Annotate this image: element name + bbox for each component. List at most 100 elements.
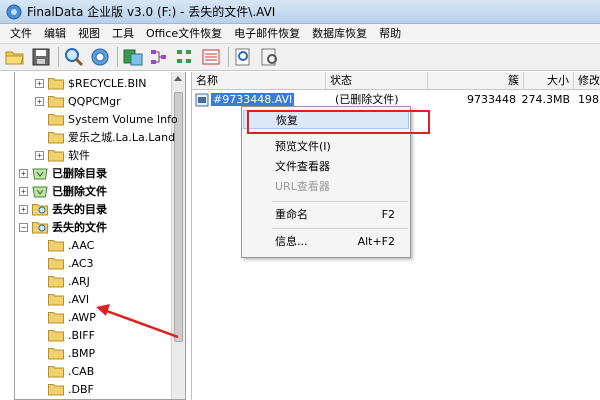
menu-item-label: URL查看器 bbox=[275, 180, 330, 193]
expand-icon[interactable]: + bbox=[35, 150, 44, 160]
column-modified[interactable]: 修改 bbox=[574, 72, 600, 90]
tree-node-label: .BIFF bbox=[68, 328, 95, 342]
scroll-up-arrow[interactable] bbox=[174, 76, 182, 81]
tree-node[interactable]: System Volume Info bbox=[35, 110, 178, 128]
scrollbar-thumb[interactable] bbox=[174, 92, 183, 342]
tree-node[interactable]: 爱乐之城.La.La.Land bbox=[35, 128, 175, 146]
tree-node[interactable]: .BIFF bbox=[35, 326, 95, 344]
menu-view[interactable]: 视图 bbox=[72, 25, 106, 43]
file-name[interactable]: #9733448.AVI bbox=[211, 93, 295, 106]
column-name[interactable]: 名称 bbox=[192, 72, 326, 90]
tree-node[interactable]: .DBF bbox=[35, 380, 94, 398]
menu-item-label: 信息... bbox=[275, 235, 308, 248]
network-icon[interactable] bbox=[147, 45, 171, 69]
menu-separator bbox=[272, 201, 408, 202]
toolbar-separator bbox=[117, 47, 118, 67]
save-icon[interactable] bbox=[29, 45, 53, 69]
export-icon[interactable] bbox=[121, 45, 145, 69]
tree-node-label: .BMP bbox=[68, 346, 96, 360]
column-cluster[interactable]: 簇 bbox=[428, 72, 524, 90]
menu-item-label: 重命名 bbox=[275, 208, 308, 221]
expand-icon[interactable]: + bbox=[19, 168, 28, 178]
menu-edit[interactable]: 编辑 bbox=[38, 25, 72, 43]
column-size[interactable]: 大小 bbox=[524, 72, 574, 90]
tree-node-label: 已删除目录 bbox=[52, 167, 107, 180]
tree-node[interactable]: − 丢失的文件 bbox=[19, 218, 107, 236]
file-cluster: 9733448 bbox=[467, 93, 516, 106]
menu-file[interactable]: 文件 bbox=[4, 25, 38, 43]
folder-icon bbox=[48, 365, 64, 377]
lost-folder-search-icon bbox=[32, 221, 48, 233]
tree-node[interactable]: + 已删除文件 bbox=[19, 182, 107, 200]
tree-node[interactable]: .AC3 bbox=[35, 254, 94, 272]
tree-node-label: 已删除文件 bbox=[52, 185, 107, 198]
menu-bar: 文件 编辑 视图 工具 Office文件恢复 电子邮件恢复 数据库恢复 帮助 bbox=[0, 24, 600, 44]
menu-help[interactable]: 帮助 bbox=[373, 25, 407, 43]
menu-tools[interactable]: 工具 bbox=[106, 25, 140, 43]
tree-node-label: 丢失的文件 bbox=[52, 221, 107, 234]
tree-node-label: 软件 bbox=[68, 149, 90, 162]
menu-email-recovery[interactable]: 电子邮件恢复 bbox=[228, 25, 306, 43]
folder-icon bbox=[48, 293, 64, 305]
tree-node[interactable]: .AAC bbox=[35, 236, 94, 254]
app-icon bbox=[6, 4, 22, 19]
menu-item-rename[interactable]: 重命名 F2 bbox=[243, 205, 409, 224]
tree-node-label: .CAB bbox=[68, 364, 95, 378]
folder-icon bbox=[48, 131, 64, 143]
window-title: FinalData 企业版 v3.0 (F:) - 丢失的文件\.AVI bbox=[27, 5, 276, 19]
menu-item-shortcut: Alt+F2 bbox=[357, 235, 395, 248]
gear-icon[interactable] bbox=[88, 45, 112, 69]
expand-icon[interactable]: + bbox=[19, 204, 28, 214]
folder-icon bbox=[48, 383, 64, 395]
file-size: 274.3MB bbox=[521, 93, 570, 106]
expand-icon[interactable]: + bbox=[35, 78, 44, 88]
folder-icon bbox=[48, 275, 64, 287]
tree-node-label: QQPCMgr bbox=[68, 94, 121, 108]
collapse-icon[interactable]: − bbox=[19, 222, 28, 232]
tree-node[interactable]: + 丢失的目录 bbox=[19, 200, 107, 218]
menu-item-url-viewer[interactable]: URL查看器 bbox=[243, 177, 409, 196]
tree-node-label: 丢失的目录 bbox=[52, 203, 107, 216]
menu-database-recovery[interactable]: 数据库恢复 bbox=[306, 25, 373, 43]
menu-item-info[interactable]: 信息... Alt+F2 bbox=[243, 232, 409, 251]
find-icon[interactable] bbox=[232, 45, 256, 69]
tree-node-label: .AC3 bbox=[68, 256, 94, 270]
menu-item-label: 预览文件(I) bbox=[275, 140, 331, 153]
recycle-bin-icon bbox=[32, 168, 48, 179]
list-header: 名称 状态 簇 大小 修改 bbox=[192, 72, 600, 90]
tree-node[interactable]: .BMP bbox=[35, 344, 95, 362]
expand-icon[interactable]: + bbox=[35, 96, 44, 106]
tree-node[interactable]: + 已删除目录 bbox=[19, 164, 107, 182]
zoom-icon[interactable] bbox=[258, 45, 282, 69]
toolbar bbox=[0, 44, 600, 71]
lost-folder-search-icon bbox=[32, 203, 48, 215]
tree-node[interactable]: .CAB bbox=[35, 362, 94, 380]
menu-office-recovery[interactable]: Office文件恢复 bbox=[140, 25, 228, 43]
tree-node-label: .ARJ bbox=[68, 274, 90, 288]
tree-node[interactable]: + 软件 bbox=[35, 146, 90, 164]
tree-node[interactable]: .ARJ bbox=[35, 272, 90, 290]
menu-item-preview[interactable]: 预览文件(I) bbox=[243, 137, 409, 156]
menu-item-label: 文件查看器 bbox=[275, 160, 330, 173]
folder-icon bbox=[48, 239, 64, 251]
open-folder-icon[interactable] bbox=[3, 45, 27, 69]
tree-icon[interactable] bbox=[173, 45, 197, 69]
tree-node[interactable]: .AWP bbox=[35, 308, 96, 326]
tree-node[interactable]: + QQPCMgr bbox=[35, 92, 121, 110]
list-icon[interactable] bbox=[199, 45, 223, 69]
search-icon[interactable] bbox=[62, 45, 86, 69]
column-status[interactable]: 状态 bbox=[326, 72, 428, 90]
menu-item-shortcut: F2 bbox=[381, 208, 395, 221]
folder-icon bbox=[48, 347, 64, 359]
tree-node-label: .AAC bbox=[68, 238, 95, 252]
folder-icon bbox=[48, 149, 64, 161]
folder-tree[interactable]: + $RECYCLE.BIN + QQPCMgr System Volume Info 爱… bbox=[14, 72, 186, 400]
expand-icon[interactable]: + bbox=[19, 186, 28, 196]
folder-icon bbox=[48, 311, 64, 323]
file-modified: 198 bbox=[578, 93, 599, 106]
menu-item-file-viewer[interactable]: 文件查看器 bbox=[243, 157, 409, 176]
toolbar-separator bbox=[228, 47, 229, 67]
tree-node[interactable]: + $RECYCLE.BIN bbox=[35, 74, 146, 92]
tree-node[interactable]: .AVI bbox=[35, 290, 89, 308]
annotation-highlight-box bbox=[247, 110, 430, 134]
